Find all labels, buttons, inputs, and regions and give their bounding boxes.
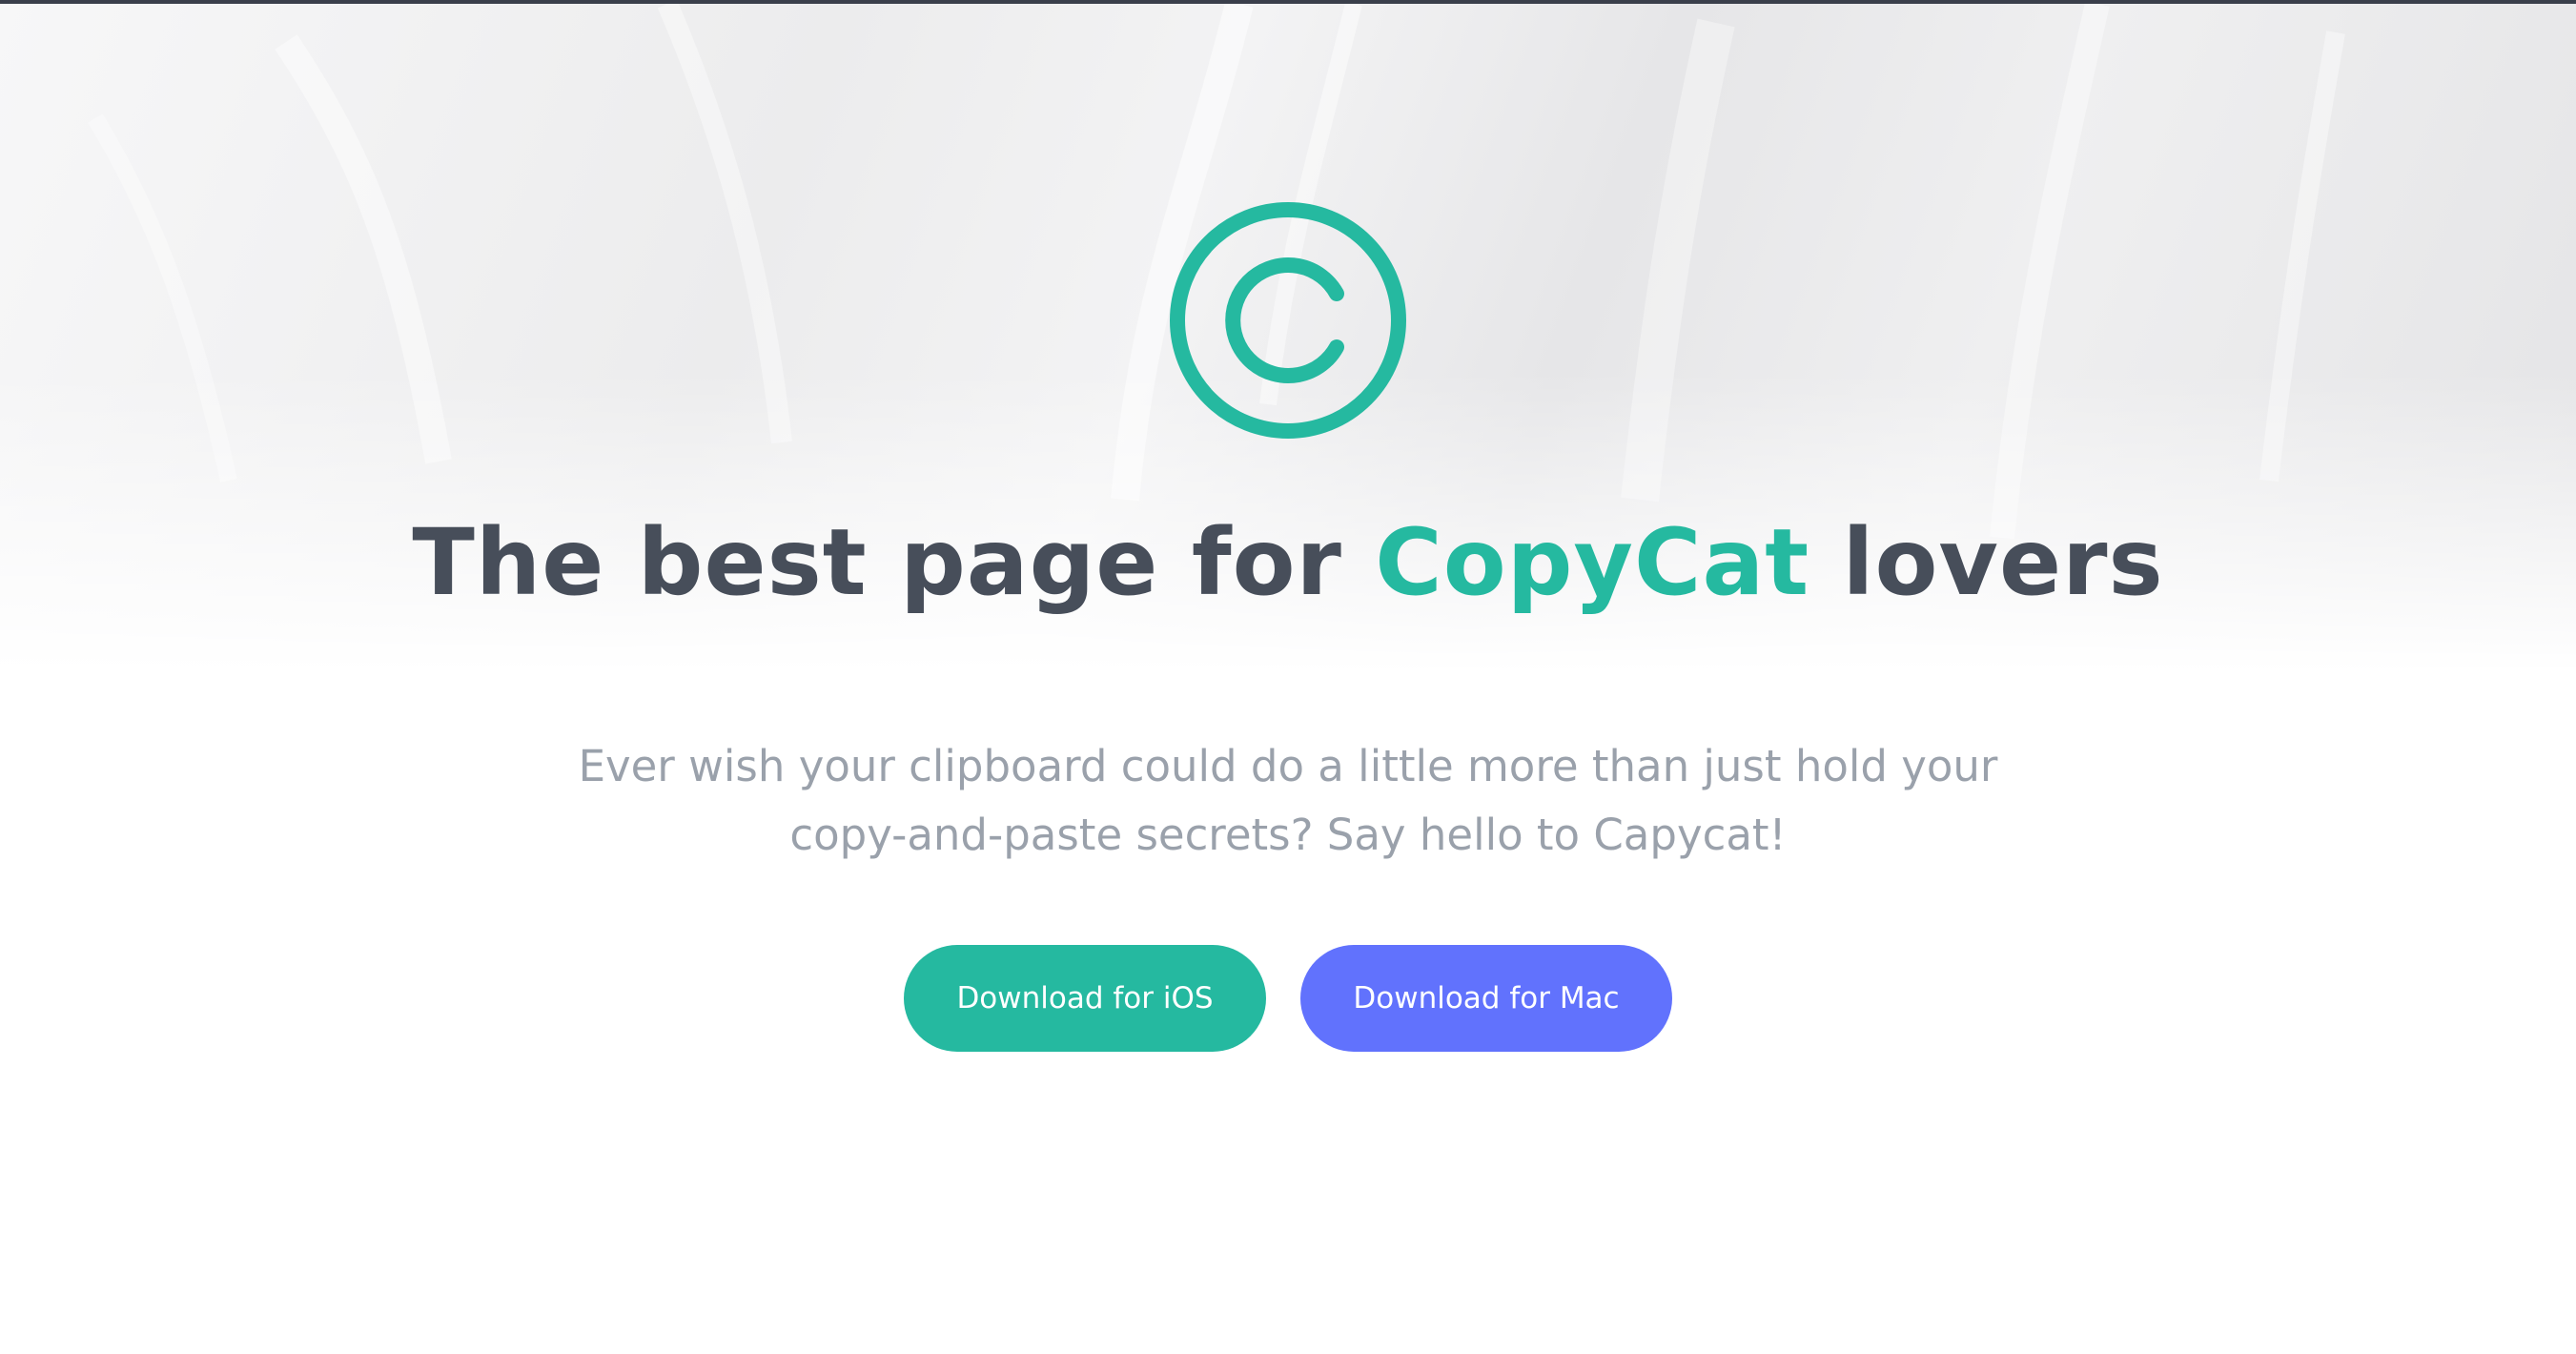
landing-page: The best page for CopyCat lovers Ever wi… xyxy=(0,0,2576,1354)
hero-subtitle: Ever wish your clipboard could do a litt… xyxy=(572,732,2004,870)
copyright-icon xyxy=(1168,200,1408,441)
title-accent: CopyCat xyxy=(1375,509,1810,616)
download-mac-button[interactable]: Download for Mac xyxy=(1300,945,1672,1052)
download-ios-button[interactable]: Download for iOS xyxy=(904,945,1266,1052)
page-title: The best page for CopyCat lovers xyxy=(0,505,2576,620)
title-prefix: The best page for xyxy=(412,509,1376,616)
subtitle-line-2: copy-and-paste secrets? Say hello to Cap… xyxy=(789,810,1787,860)
subtitle-line-1: Ever wish your clipboard could do a litt… xyxy=(578,741,1998,791)
title-suffix: lovers xyxy=(1809,509,2164,616)
